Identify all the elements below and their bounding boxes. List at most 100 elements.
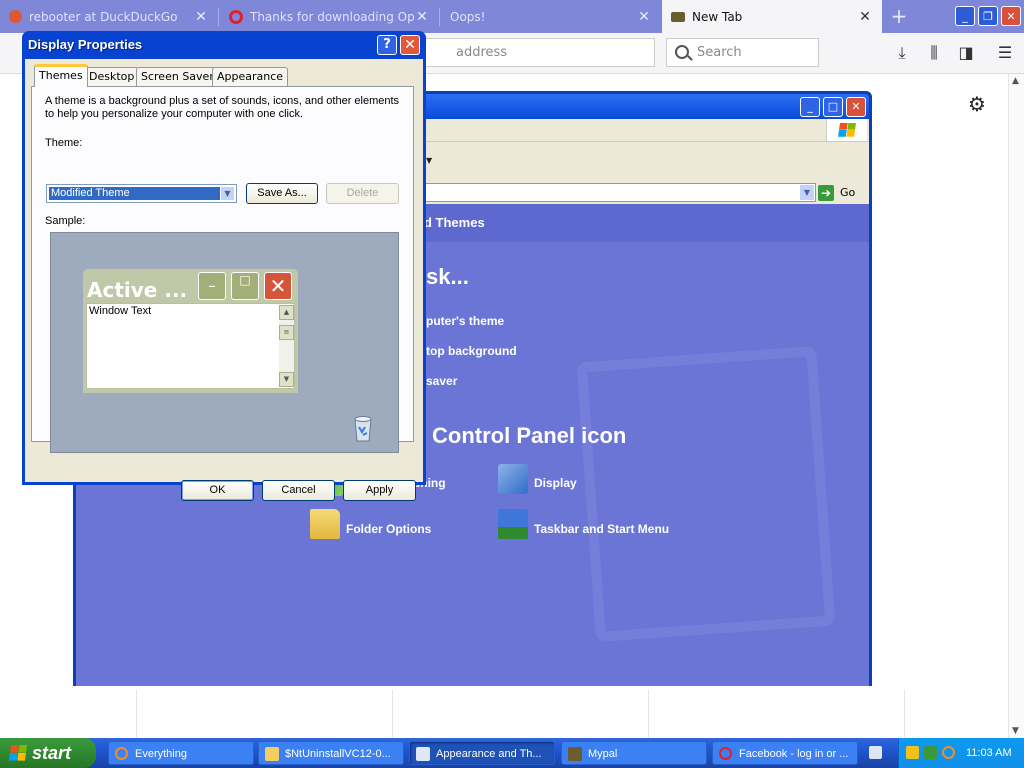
minimize-button[interactable]: _ — [955, 6, 975, 26]
sidebar-icon[interactable]: ◨ — [956, 43, 976, 63]
apply-button[interactable]: Apply — [343, 480, 416, 501]
theme-sample-preview: Active ... _ □ ✕ Window Text ▲ ≡ ▼ — [50, 232, 399, 453]
task-link-desktop-background[interactable]: top background — [426, 344, 517, 358]
chevron-down-icon[interactable]: ▼ — [220, 186, 235, 201]
close-window-button[interactable]: ✕ — [1001, 6, 1021, 26]
close-tab-icon[interactable]: ✕ — [637, 9, 651, 25]
sample-label: Sample: — [45, 215, 86, 227]
mypal-icon — [568, 747, 582, 761]
sample-scroll-down-icon: ▼ — [279, 372, 294, 387]
theme-label: Theme: — [45, 137, 83, 149]
chevron-down-icon[interactable]: ▼ — [426, 156, 432, 165]
search-icon — [675, 45, 689, 59]
sample-scrollbar: ▲ ≡ ▼ — [279, 305, 294, 387]
restore-button[interactable]: ❐ — [978, 6, 998, 26]
save-as-button[interactable]: Save As... — [246, 183, 318, 204]
browser-tab-duckduckgo[interactable]: rebooter at DuckDuckGo ✕ — [0, 0, 218, 33]
dialog-close-button[interactable]: ✕ — [400, 35, 420, 55]
opera-icon — [229, 9, 243, 24]
tab-appearance[interactable]: Appearance — [212, 67, 289, 86]
tab-themes[interactable]: Themes — [34, 64, 88, 87]
tab-label: rebooter at DuckDuckGo — [29, 9, 178, 24]
delete-button[interactable]: Delete — [326, 183, 399, 204]
download-icon[interactable]: ⤓ — [892, 43, 912, 63]
page-scrollbar[interactable]: ▲ ▼ — [1008, 74, 1024, 738]
new-tab-button[interactable]: + — [888, 4, 910, 28]
help-button[interactable]: ? — [377, 35, 397, 55]
taskbar-item-appearance-themes[interactable]: Appearance and Th... — [409, 741, 555, 765]
clock[interactable]: 11:03 AM — [966, 738, 1012, 768]
scroll-up-icon[interactable]: ▲ — [1012, 76, 1019, 86]
sample-window-client: Window Text ▲ ≡ ▼ — [86, 303, 295, 389]
taskbar-item-label: $NtUninstallVC12-0... — [285, 748, 391, 760]
close-tab-icon[interactable]: ✕ — [858, 9, 872, 25]
keyboard-icon[interactable] — [869, 746, 882, 759]
gear-icon[interactable]: ⚙ — [966, 93, 988, 115]
menu-icon[interactable]: ☰ — [995, 43, 1015, 63]
cancel-button[interactable]: Cancel — [262, 480, 335, 501]
control-panel-icon — [416, 747, 430, 761]
taskbar-item-label: Everything — [135, 748, 187, 760]
search-placeholder: Search — [697, 45, 742, 60]
chevron-down-icon[interactable]: ▼ — [800, 185, 814, 200]
theme-description: A theme is a background plus a set of so… — [45, 95, 400, 120]
shield-icon[interactable] — [906, 746, 919, 759]
theme-dropdown[interactable]: Modified Theme ▼ — [46, 184, 237, 203]
task-link-screen-saver[interactable]: saver — [426, 374, 457, 388]
dialog-title: Display Properties — [28, 37, 143, 52]
search-icon — [115, 747, 128, 760]
sample-window: Active ... _ □ ✕ Window Text ▲ ≡ ▼ — [83, 269, 298, 393]
sample-maximize-icon: □ — [231, 272, 259, 300]
browser-tab-oops[interactable]: Oops! ✕ — [441, 0, 661, 33]
dialog-body: Themes Desktop Screen Saver Appearance A… — [25, 59, 423, 501]
browser-tab-new-tab[interactable]: New Tab ✕ — [662, 0, 882, 33]
taskbar-icon[interactable] — [498, 509, 528, 539]
cp-category-title: d Themes — [424, 215, 485, 230]
cp-close-button[interactable]: ✕ — [846, 97, 866, 117]
pick-task-heading: sk... — [426, 264, 469, 289]
search-icon[interactable] — [942, 746, 955, 759]
cp-item-taskbar[interactable]: Taskbar and Start Menu — [534, 522, 669, 536]
library-icon[interactable]: ⫼ — [924, 43, 944, 63]
themes-panel: A theme is a background plus a set of so… — [31, 86, 414, 453]
tab-label: Oops! — [450, 9, 486, 24]
folder-icon — [265, 747, 279, 761]
windows-logo-icon — [8, 745, 28, 761]
address-bar[interactable]: address — [403, 38, 655, 67]
sample-close-icon: ✕ — [264, 272, 292, 300]
taskbar-item-mypal[interactable]: Mypal — [561, 741, 707, 765]
display-properties-dialog[interactable]: Display Properties ? ✕ Themes Desktop Sc… — [22, 31, 426, 501]
taskbar-item-folder[interactable]: $NtUninstallVC12-0... — [258, 741, 404, 765]
folder-options-icon[interactable] — [310, 509, 340, 539]
cp-item-display[interactable]: Display — [534, 476, 577, 490]
taskbar-item-label: Appearance and Th... — [436, 748, 542, 760]
taskbar-item-facebook[interactable]: Facebook - log in or ... — [712, 741, 858, 765]
tab-screen-saver[interactable]: Screen Saver — [136, 67, 219, 86]
taskbar-item-everything[interactable]: Everything — [108, 741, 254, 765]
close-tab-icon[interactable]: ✕ — [194, 9, 208, 25]
cp-maximize-button[interactable]: □ — [823, 97, 843, 117]
address-placeholder: address — [456, 45, 508, 60]
sample-minimize-icon: _ — [198, 272, 226, 300]
windows-logo-icon — [826, 119, 867, 141]
go-arrow-icon: ➔ — [818, 185, 834, 201]
network-icon[interactable] — [924, 746, 937, 759]
browser-tab-opera[interactable]: Thanks for downloading Opera ✕ — [220, 0, 439, 33]
task-link-theme[interactable]: puter's theme — [426, 314, 504, 328]
sample-window-text: Window Text — [89, 305, 152, 317]
watermark-icon — [576, 345, 836, 643]
new-tab-icon — [671, 11, 685, 22]
tab-label: Thanks for downloading Opera — [250, 9, 415, 24]
display-icon[interactable] — [498, 464, 528, 494]
duckduckgo-icon — [9, 10, 22, 23]
cp-minimize-button[interactable]: _ — [800, 97, 820, 117]
scroll-down-icon[interactable]: ▼ — [1012, 726, 1019, 736]
sample-window-title: Active ... — [87, 278, 188, 302]
ok-button[interactable]: OK — [181, 480, 254, 501]
close-tab-icon[interactable]: ✕ — [415, 9, 429, 25]
go-button[interactable]: ➔ Go — [818, 184, 866, 202]
taskbar-item-label: Mypal — [588, 748, 618, 760]
tab-desktop[interactable]: Desktop — [84, 67, 140, 86]
search-bar[interactable]: Search — [666, 38, 819, 67]
cp-item-folder-options[interactable]: Folder Options — [346, 522, 431, 536]
